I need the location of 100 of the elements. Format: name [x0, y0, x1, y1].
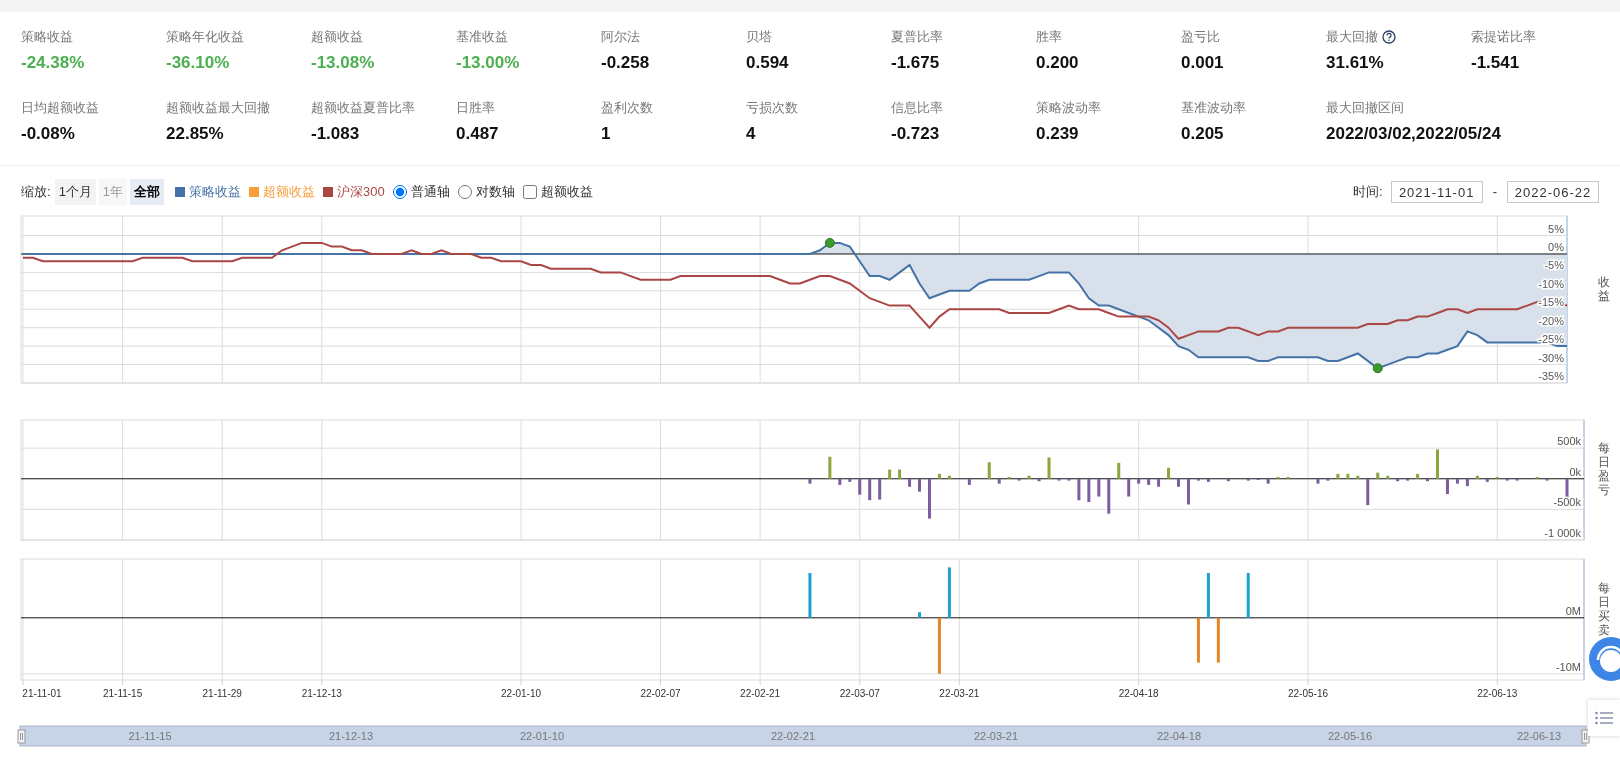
stat-label: 超额收益夏普比率	[311, 99, 415, 117]
navigator-label: 21-12-13	[329, 730, 373, 742]
stat-value: 0.001	[1181, 52, 1224, 74]
axis-label: 22-02-07	[640, 688, 681, 699]
navigator-label: 22-03-21	[974, 730, 1018, 742]
stat-value: 2022/03/02,2022/05/24	[1326, 123, 1501, 145]
stat-value: -0.723	[891, 123, 940, 145]
axis-label: 22-05-16	[1288, 688, 1328, 699]
stat-label: 最大回撤区间	[1326, 99, 1404, 117]
axis-label: 0M	[1565, 604, 1581, 617]
axis-label: -1 000k	[1544, 527, 1581, 539]
stat-value: 1	[601, 123, 611, 145]
axis-label: -10M	[1555, 660, 1581, 673]
axis-label: 22-02-21	[740, 688, 781, 699]
stat-value: -24.38%	[21, 52, 85, 74]
stat-value: -36.10%	[166, 52, 230, 74]
stat-label: 亏损次数	[746, 99, 798, 117]
stat-value: 22.85%	[166, 123, 224, 145]
navigator-range[interactable]	[19, 725, 1587, 747]
stat-value: 31.61%	[1326, 52, 1384, 74]
stat-value: -13.00%	[456, 52, 520, 74]
axis-label: 21-11-29	[202, 688, 242, 699]
stat-label: 超额收益最大回撤	[166, 99, 270, 117]
stat-label: 盈利次数	[601, 99, 653, 117]
stat-value: -0.258	[601, 52, 650, 74]
help-icon[interactable]	[1382, 30, 1396, 44]
option-label[interactable]: 普通轴	[410, 182, 450, 202]
stat-label: 策略波动率	[1036, 99, 1101, 117]
stat-label: 策略年化收益	[166, 28, 244, 46]
stat-value: -13.08%	[311, 52, 375, 74]
navigator-label: 22-02-21	[771, 730, 815, 742]
stat-value: 4	[746, 123, 756, 145]
stat-label: 盈亏比	[1181, 28, 1220, 46]
option-label[interactable]: 对数轴	[475, 182, 515, 202]
stat-label: 基准波动率	[1181, 99, 1246, 117]
range-handle[interactable]	[1581, 729, 1590, 744]
list-icon[interactable]	[1595, 711, 1613, 725]
radio-button[interactable]	[392, 185, 407, 199]
navigator-label: 22-01-10	[520, 730, 564, 742]
stat-label: 日胜率	[456, 99, 495, 117]
axis-label: -25%	[1538, 333, 1564, 346]
axis-label: 0%	[1548, 240, 1564, 253]
axis-label: -35%	[1538, 370, 1564, 382]
axis-label: 22-06-13	[1477, 688, 1518, 699]
stat-label: 胜率	[1036, 28, 1062, 46]
stat-label: 基准收益	[456, 28, 508, 46]
checkbox[interactable]	[522, 185, 537, 199]
axis-title: 每日盈亏	[1598, 441, 1610, 497]
option-label[interactable]: 超额收益	[540, 182, 593, 202]
zoom-button[interactable]: 1个月	[54, 179, 96, 205]
axis-label: -10%	[1538, 277, 1564, 290]
stat-label: 信息比率	[891, 99, 943, 117]
axis-label: 500k	[1557, 435, 1581, 448]
axis-label: -5%	[1544, 259, 1564, 272]
marker-dot	[824, 237, 835, 248]
navigator-label: 22-05-16	[1328, 730, 1372, 742]
range-separator: -	[1492, 183, 1497, 202]
axis-label: 22-03-21	[939, 688, 980, 699]
stat-value: 0.205	[1181, 123, 1224, 145]
zoom-button[interactable]: 全部	[130, 179, 165, 205]
axis-label: -30%	[1538, 351, 1564, 364]
axis-title: 每日买卖	[1598, 580, 1610, 637]
radio-button[interactable]	[457, 185, 472, 199]
range-handle[interactable]	[17, 729, 26, 744]
navigator-label: 21-11-15	[128, 730, 172, 742]
axis-label: 21-11-01	[22, 688, 62, 699]
stat-label: 策略收益	[21, 28, 73, 46]
marker-dot	[1372, 363, 1383, 374]
stat-value: -1.541	[1471, 52, 1520, 74]
axis-label: 22-03-07	[839, 688, 880, 699]
stat-value: 0.239	[1036, 123, 1079, 145]
stat-value: 0.594	[746, 52, 789, 74]
navigator-label: 22-04-18	[1157, 730, 1201, 742]
axis-label: 21-11-15	[102, 688, 143, 699]
stat-value: 0.200	[1036, 52, 1079, 74]
stat-label: 索提诺比率	[1471, 28, 1536, 46]
axis-label: 0k	[1569, 465, 1581, 478]
zoom-label: 缩放:	[21, 183, 51, 202]
axis-label: 22-04-18	[1118, 688, 1159, 699]
support-icon[interactable]	[1588, 636, 1620, 682]
stat-label: 最大回撤	[1326, 28, 1378, 46]
stat-value: -1.083	[311, 123, 360, 145]
time-label: 时间:	[1353, 183, 1383, 202]
stat-value: 0.487	[456, 123, 499, 145]
axis-label: 5%	[1548, 222, 1564, 235]
stat-label: 阿尔法	[601, 28, 640, 46]
stat-label: 夏普比率	[891, 28, 943, 46]
axis-label: 22-01-10	[501, 688, 542, 699]
stat-value: -1.675	[891, 52, 940, 74]
axis-label: -500k	[1553, 496, 1581, 509]
date-field[interactable]: 2021-11-01	[1390, 181, 1483, 203]
stat-label: 超额收益	[311, 28, 363, 46]
axis-label: -20%	[1538, 314, 1564, 327]
navigator-label: 22-06-13	[1517, 730, 1561, 742]
legend-item[interactable]: 策略收益	[189, 182, 242, 202]
axis-title: 收益	[1598, 274, 1610, 303]
axis-label: 21-12-13	[301, 688, 342, 699]
date-field[interactable]: 2022-06-22	[1507, 181, 1599, 203]
legend-item[interactable]: 沪深300	[337, 182, 385, 202]
stat-label: 贝塔	[746, 28, 772, 46]
